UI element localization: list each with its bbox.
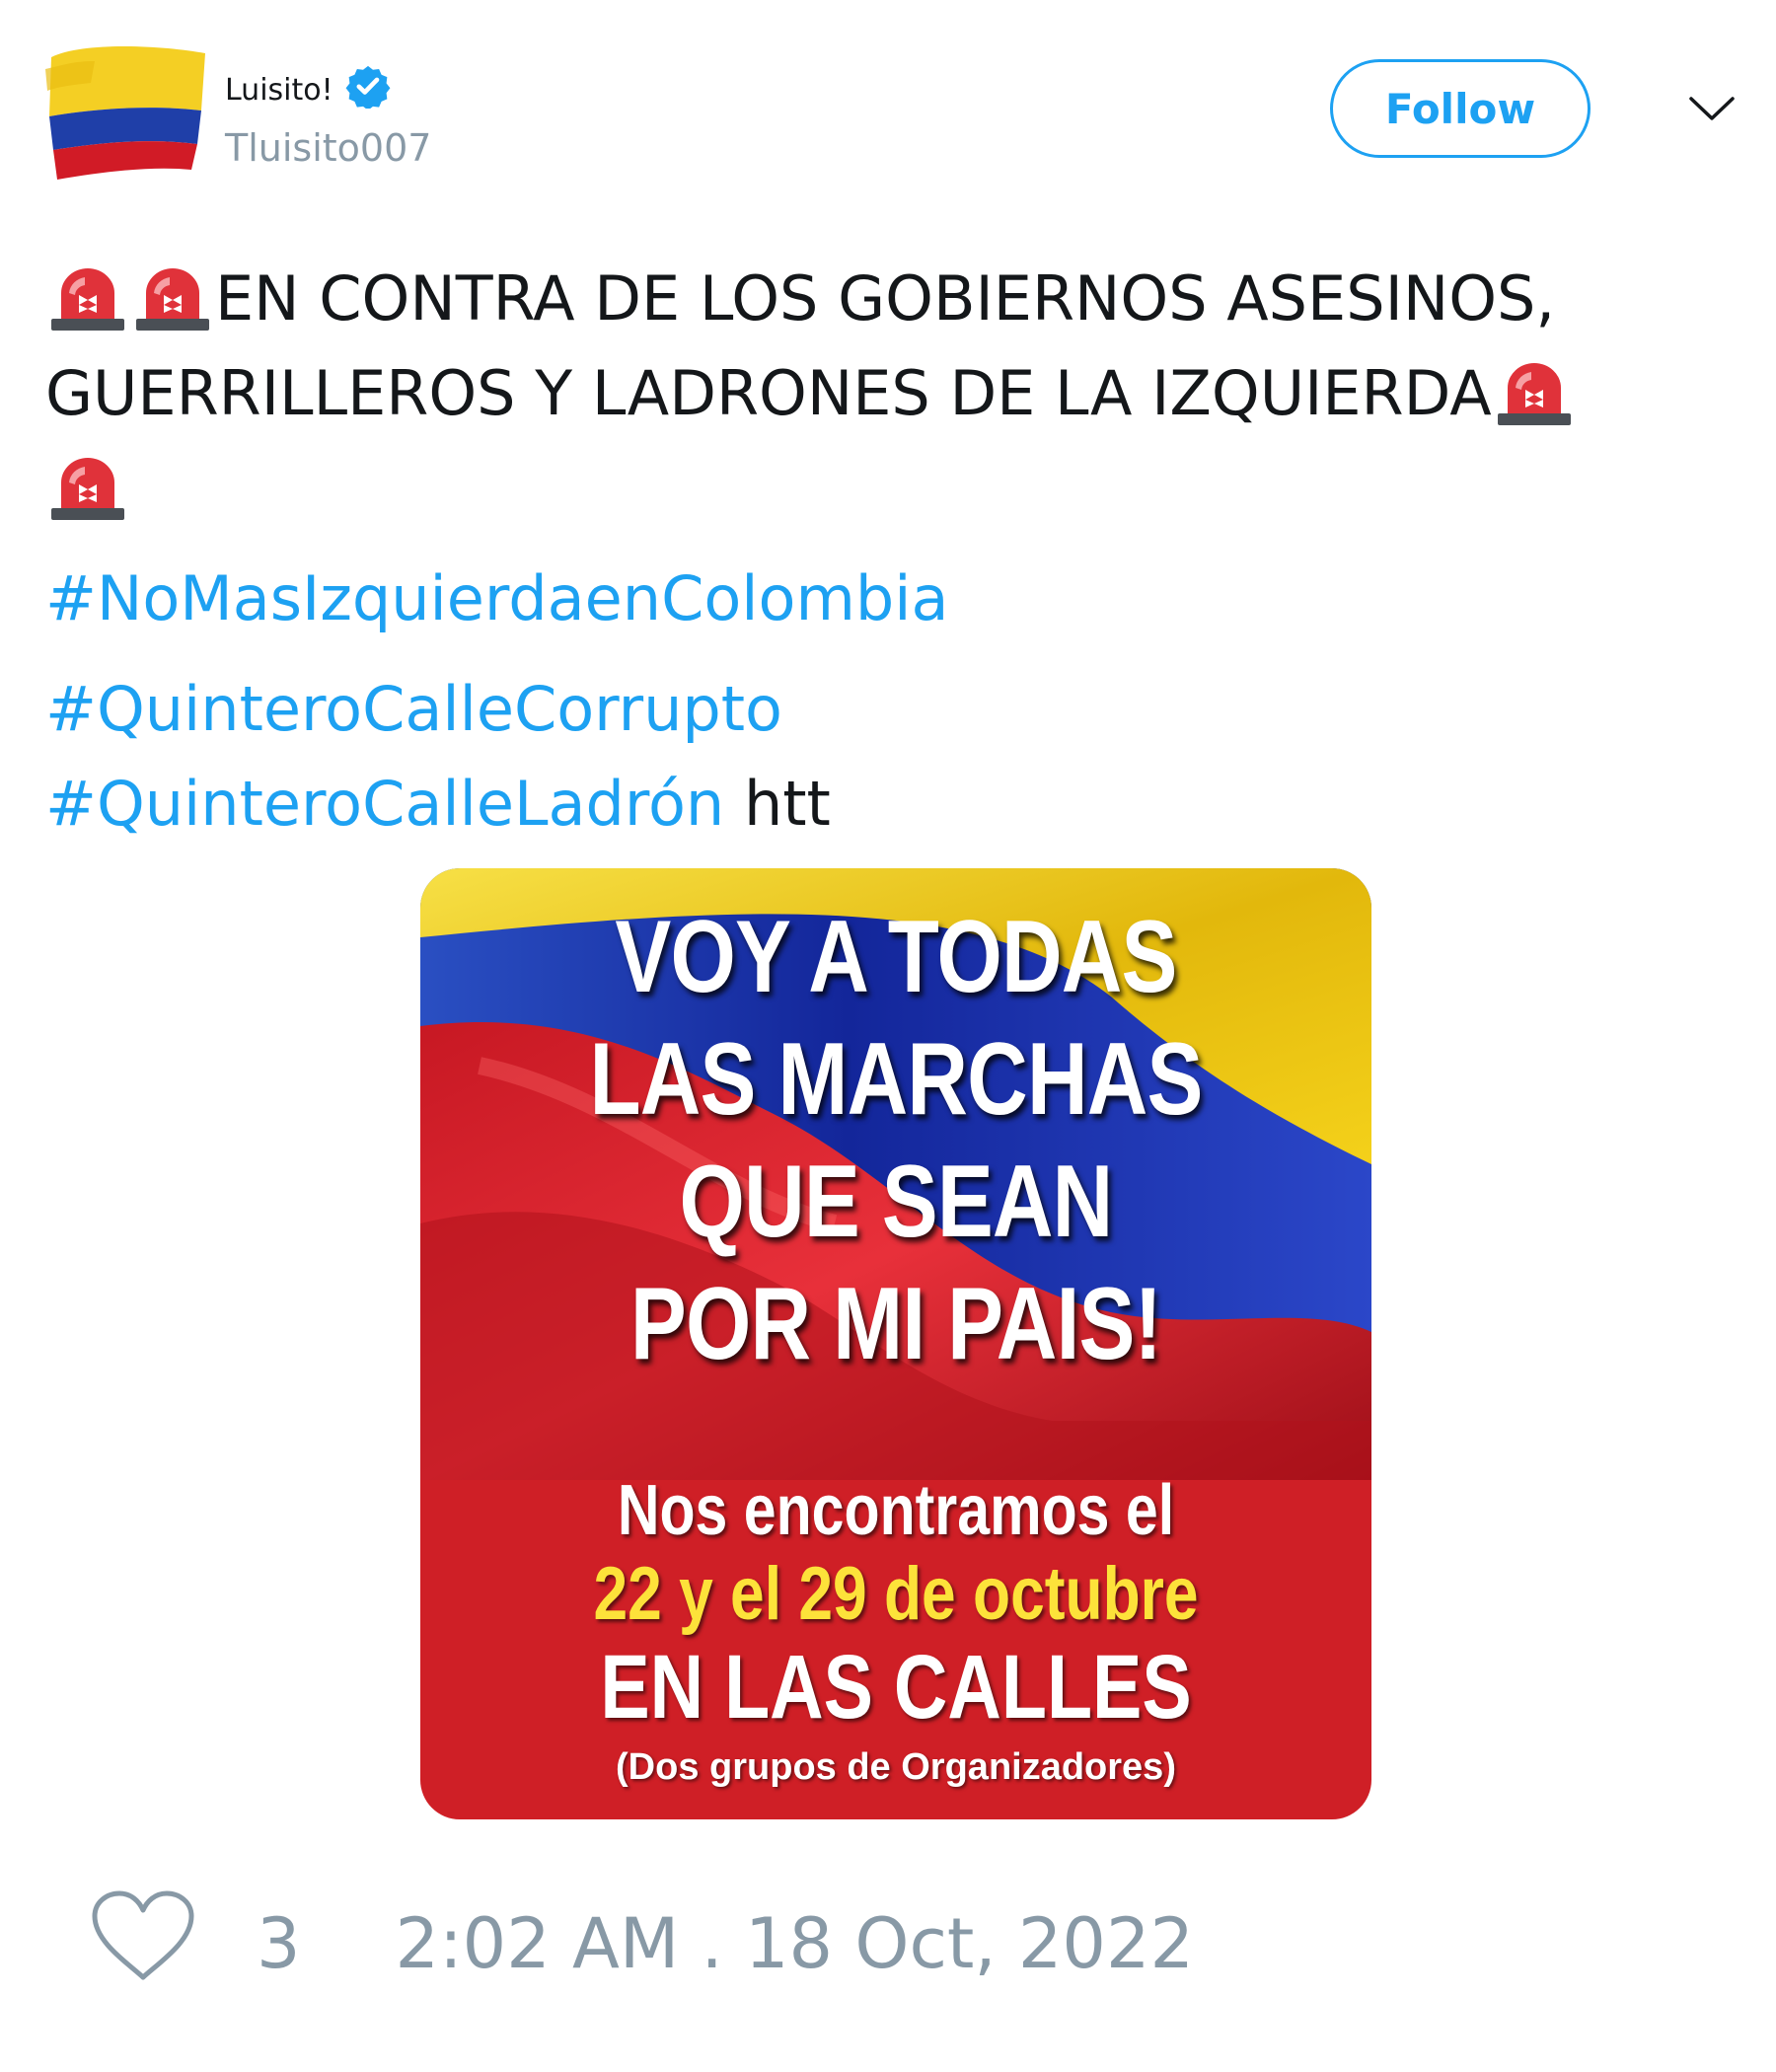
poster-headline-line: LAS MARCHAS (589, 1022, 1203, 1137)
poster-headline-line: QUE SEAN (679, 1145, 1114, 1259)
tweet-line-1: EN CONTRA DE LOS GOBIERNOS ASESINOS, (215, 262, 1556, 334)
poster-dates: 22 y el 29 de octubre (593, 1552, 1199, 1636)
hashtag-link[interactable]: #NoMasIzquierdaenColombia (45, 552, 948, 646)
tweet-text: EN CONTRA DE LOS GOBIERNOS ASESINOS, GUE… (45, 252, 1752, 851)
verified-badge-icon (345, 63, 391, 116)
like-count[interactable]: 3 (257, 1903, 301, 1984)
tweet-line-2: GUERRILLEROS Y LADRONES DE LA IZQUIERDA (45, 357, 1492, 429)
heart-icon[interactable] (89, 1888, 197, 2000)
poster-subtitle: Nos encontramos el (617, 1471, 1175, 1550)
avatar[interactable] (43, 39, 211, 187)
tweet-media-image[interactable]: VOY A TODAS LAS MARCHAS QUE SEAN POR MI … (420, 868, 1371, 1819)
user-handle[interactable]: Tluisito007 (225, 126, 431, 170)
police-siren-icon (45, 453, 130, 524)
poster-location: EN LAS CALLES (600, 1637, 1192, 1738)
tweet-timestamp[interactable]: 2:02 AM . 18 Oct, 2022 (396, 1903, 1194, 1984)
tweet-footer: 3 2:02 AM . 18 Oct, 2022 (89, 1890, 1194, 1988)
follow-button[interactable]: Follow (1330, 59, 1591, 158)
police-siren-icon (1492, 358, 1577, 429)
poster-headline-line: VOY A TODAS (615, 900, 1177, 1014)
display-name[interactable]: Luisito! (225, 73, 333, 108)
colombia-flag-avatar (45, 46, 205, 180)
hashtag-link[interactable]: #QuinteroCalleLadrón (45, 757, 724, 851)
chevron-down-icon[interactable] (1687, 89, 1737, 128)
poster-note: (Dos grupos de Organizadores) (616, 1746, 1176, 1788)
police-siren-icon (130, 263, 215, 334)
police-siren-icon (45, 263, 130, 334)
hashtag-link[interactable]: #QuinteroCalleCorrupto (45, 662, 782, 757)
display-name-row[interactable]: Luisito! (225, 63, 391, 116)
poster-headline: VOY A TODAS LAS MARCHAS QUE SEAN POR MI … (506, 896, 1286, 1385)
poster-headline-line: POR MI PAIS! (629, 1267, 1162, 1381)
truncated-link[interactable]: htt (744, 757, 831, 851)
